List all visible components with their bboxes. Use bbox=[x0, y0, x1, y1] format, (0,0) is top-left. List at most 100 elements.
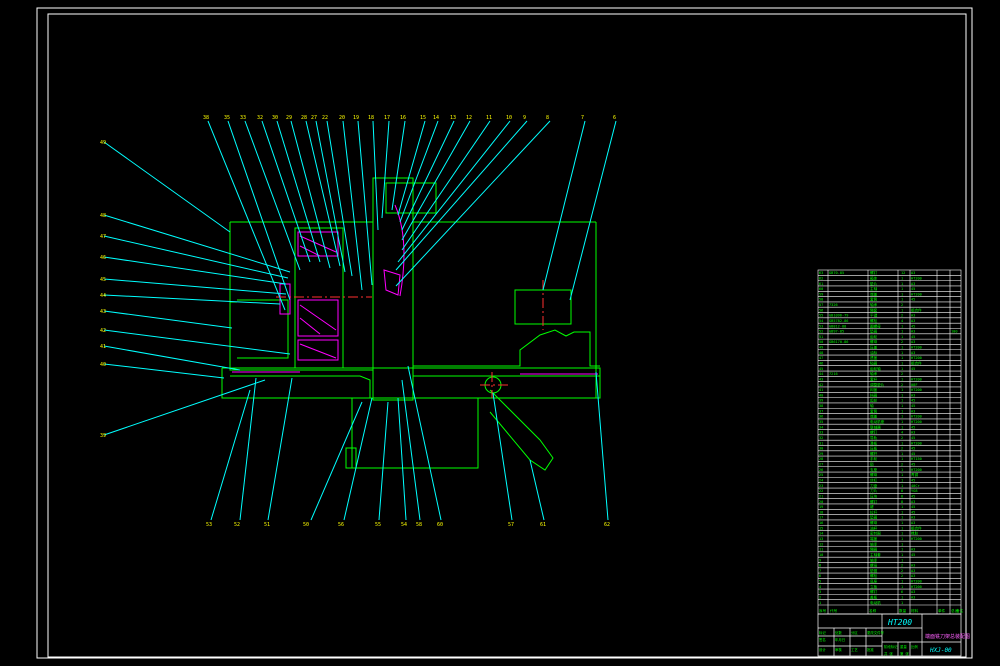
parts-row-qty: 1 bbox=[901, 404, 903, 408]
parts-row-n: 13 bbox=[819, 537, 823, 541]
parts-row-n: 24 bbox=[819, 478, 823, 482]
parts-row-n: 22 bbox=[819, 489, 823, 493]
parts-row-name: 箱体 bbox=[870, 275, 878, 280]
parts-row-mat: A3 bbox=[911, 431, 915, 435]
parts-row-n: 11 bbox=[819, 548, 823, 552]
parts-row-n: 45 bbox=[819, 367, 823, 371]
parts-row-n: 7 bbox=[819, 569, 821, 573]
parts-row-n: 21 bbox=[819, 494, 823, 498]
parts-footer-cell: 代号 bbox=[830, 608, 838, 613]
parts-row-n: 5 bbox=[819, 580, 821, 584]
parts-row-qty: 2 bbox=[901, 340, 903, 344]
parts-row-mat: 45 bbox=[911, 287, 915, 291]
parts-row-qty: 1 bbox=[901, 478, 903, 482]
parts-row-mat: 45 bbox=[911, 436, 915, 440]
parts-row-mat: 45 bbox=[911, 399, 915, 403]
parts-row-qty: 1 bbox=[901, 484, 903, 488]
callout-left-5: 45 bbox=[100, 277, 106, 283]
callout-top-14: 16 bbox=[400, 115, 406, 121]
parts-row-name: 轴承 bbox=[870, 541, 878, 546]
callout-left-2: 48 bbox=[100, 213, 106, 219]
parts-row-qty: 8 bbox=[901, 500, 903, 504]
parts-row-qty: 2 bbox=[901, 372, 903, 376]
parts-row-n: 30 bbox=[819, 447, 823, 451]
parts-row-n: 51 bbox=[819, 335, 823, 339]
parts-row-n: 28 bbox=[819, 457, 823, 461]
parts-row-mat: 45 bbox=[911, 478, 915, 482]
parts-row-n: 47 bbox=[819, 356, 823, 360]
parts-row-name: 螺栓 bbox=[870, 318, 878, 323]
stage-cell-2: 重量 bbox=[900, 644, 907, 649]
callout-top-12: 18 bbox=[368, 115, 374, 121]
parts-row-n: 19 bbox=[819, 505, 823, 509]
parts-row-qty: 4 bbox=[901, 319, 903, 323]
parts-row-name: 电动机座 bbox=[870, 419, 885, 424]
parts-row-qty: 1 bbox=[901, 452, 903, 456]
parts-row-name: 轴承 bbox=[870, 371, 878, 376]
header-cell-4: 更改文件号 bbox=[867, 630, 885, 635]
parts-row-mat: 45 bbox=[911, 404, 915, 408]
callout-bottom-1: 53 bbox=[206, 522, 212, 528]
parts-row-qty: 1 bbox=[901, 393, 903, 397]
callout-left-9: 41 bbox=[100, 344, 106, 350]
parts-row-name: 密封圈 bbox=[870, 531, 881, 536]
parts-row-qty: 2 bbox=[901, 447, 903, 451]
parts-row-n: 3 bbox=[819, 590, 821, 594]
parts-row-mat: 45 bbox=[911, 510, 915, 514]
parts-row-mat: 45 bbox=[911, 335, 915, 339]
parts-row-n: 40 bbox=[819, 393, 823, 397]
parts-row-n: 31 bbox=[819, 441, 823, 445]
parts-row-code: GB812-88 bbox=[829, 324, 846, 328]
parts-row-qty: 12 bbox=[901, 271, 905, 275]
parts-row-qty: 1 bbox=[901, 532, 903, 536]
parts-row-name: 底座 bbox=[870, 579, 878, 584]
parts-row-name: 压块 bbox=[870, 493, 878, 498]
parts-row-mat: HT200 bbox=[911, 420, 922, 424]
drawing-number: HXJ-00 bbox=[929, 647, 952, 654]
parts-row-n: 38 bbox=[819, 404, 823, 408]
parts-row-qty: 8 bbox=[901, 489, 903, 493]
parts-row-code: GB6170-86 bbox=[829, 340, 848, 344]
callout-bottom-2: 52 bbox=[234, 522, 240, 528]
parts-row-name: 螺母 bbox=[870, 339, 878, 344]
callout-bottom-9: 60 bbox=[437, 522, 443, 528]
header-cell-1: 标记 bbox=[819, 630, 826, 635]
parts-row-name: 螺钉 bbox=[870, 270, 878, 275]
parts-row-qty: 1 bbox=[901, 548, 903, 552]
parts-row-n: 59 bbox=[819, 292, 823, 296]
stage-cell-5: 第 张 bbox=[900, 651, 909, 656]
parts-row-qty: 1 bbox=[901, 324, 903, 328]
parts-row-mat: YG8 bbox=[911, 489, 918, 493]
parts-row-n: 54 bbox=[819, 319, 823, 323]
callout-top-18: 12 bbox=[466, 115, 472, 121]
parts-row-mat: A3 bbox=[911, 590, 915, 594]
parts-row-n: 36 bbox=[819, 415, 823, 419]
parts-row-mat: A3 bbox=[911, 351, 915, 355]
callout-top-23: 7 bbox=[581, 115, 584, 121]
parts-row-mat: A3 bbox=[911, 282, 915, 286]
parts-row-mat: A3 bbox=[911, 516, 915, 520]
parts-row-mat: A3 bbox=[911, 314, 915, 318]
role-cell-1: 设计 bbox=[819, 647, 826, 652]
parts-row-qty: 1 bbox=[901, 473, 903, 477]
parts-row-name: 滑板 bbox=[870, 440, 878, 445]
parts-row-n: 14 bbox=[819, 532, 823, 536]
parts-row-mat: 08F bbox=[911, 383, 918, 387]
parts-row-n: 55 bbox=[819, 314, 823, 318]
parts-row-n: 20 bbox=[819, 500, 823, 504]
parts-row-mat: 45 bbox=[911, 494, 915, 498]
parts-row-name: 调整垫片 bbox=[870, 382, 885, 387]
callout-bottom-11: 61 bbox=[540, 522, 546, 528]
header-cell-2: 处数 bbox=[835, 630, 842, 635]
parts-row-mat: A3 bbox=[911, 548, 915, 552]
parts-row-mat: 45 bbox=[911, 463, 915, 467]
parts-row-n: 46 bbox=[819, 362, 823, 366]
parts-row-qty: 1 bbox=[901, 553, 903, 557]
parts-row-name: 主轴套 bbox=[870, 552, 881, 557]
parts-row-qty: 1 bbox=[901, 516, 903, 520]
callout-bottom-5: 56 bbox=[338, 522, 344, 528]
parts-row-n: 56 bbox=[819, 308, 823, 312]
parts-row-mat: 组合件 bbox=[911, 361, 922, 366]
parts-row-qty: 1 bbox=[901, 367, 903, 371]
parts-row-name: 螺钉 bbox=[870, 430, 878, 435]
